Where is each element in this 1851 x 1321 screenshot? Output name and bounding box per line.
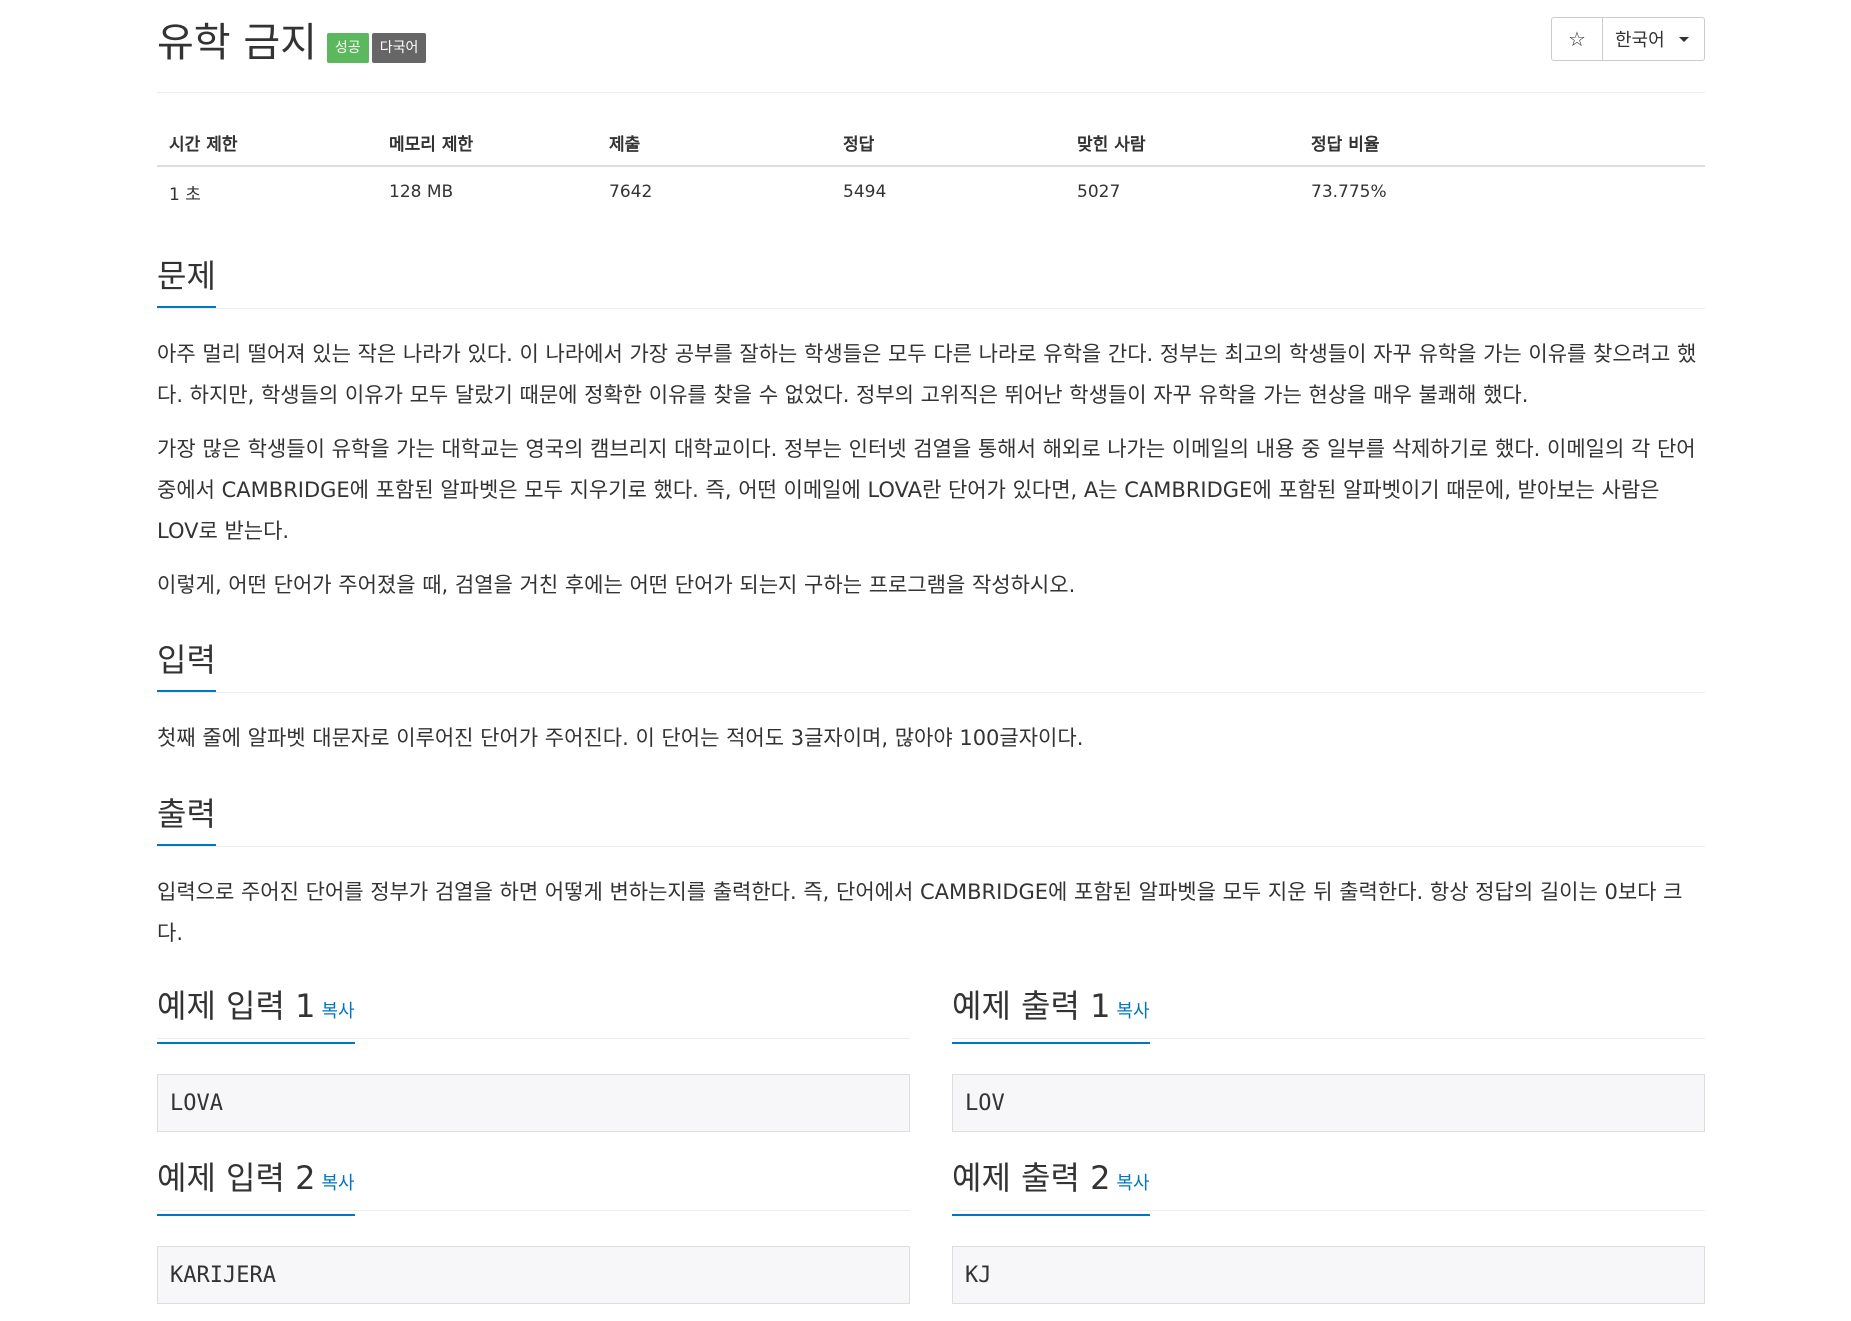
sample-input-1-title: 예제 입력 1 bbox=[157, 987, 316, 1025]
header-buttons: ☆ 한국어 bbox=[1551, 17, 1705, 61]
input-section: 입력 첫째 줄에 알파벳 대문자로 이루어진 단어가 주어진다. 이 단어는 적… bbox=[157, 640, 1705, 759]
info-value-memory: 128 MB bbox=[389, 182, 454, 202]
page-title: 유학 금지 bbox=[157, 20, 317, 66]
info-value-solvers: 5027 bbox=[1077, 182, 1121, 202]
output-body: 입력으로 주어진 단어를 정부가 검열을 하면 어떻게 변하는지를 출력한다. … bbox=[157, 872, 1705, 954]
description-paragraph: 이렇게, 어떤 단어가 주어졌을 때, 검열을 거친 후에는 어떤 단어가 되는… bbox=[157, 573, 1076, 597]
output-heading: 출력 bbox=[157, 794, 216, 846]
problem-container: 유학 금지 성공 다국어 ☆ 한국어 시간 제한 메모리 제한 제출 정답 맞힌… bbox=[157, 0, 1705, 1304]
multilang-badge[interactable]: 다국어 bbox=[371, 33, 427, 63]
input-description: 첫째 줄에 알파벳 대문자로 이루어진 단어가 주어진다. 이 단어는 적어도 … bbox=[157, 726, 1084, 750]
star-icon: ☆ bbox=[1568, 27, 1586, 51]
problem-header: 유학 금지 성공 다국어 ☆ 한국어 bbox=[157, 0, 1705, 93]
problem-page: 유학 금지 성공 다국어 ☆ 한국어 시간 제한 메모리 제한 제출 정답 맞힌… bbox=[0, 0, 1851, 1321]
sample-input-1-box[interactable]: LOVA bbox=[157, 1074, 910, 1132]
description-body: 아주 멀리 떨어져 있는 작은 나라가 있다. 이 나라에서 가장 공부를 잘하… bbox=[157, 334, 1705, 606]
info-value-time: 1 초 bbox=[169, 184, 201, 205]
problem-info-table: 시간 제한 메모리 제한 제출 정답 맞힌 사람 정답 비율 1 초 128 M… bbox=[157, 120, 1705, 217]
description-headline: 문제 bbox=[157, 256, 1705, 309]
info-value-submissions: 7642 bbox=[609, 182, 653, 202]
sample-output-2-headline: 예제 출력 2 복사 bbox=[952, 1158, 1705, 1216]
copy-sample-input-2-button[interactable]: 복사 bbox=[321, 1173, 354, 1194]
chevron-down-icon bbox=[1678, 36, 1689, 42]
info-header-time: 시간 제한 bbox=[157, 120, 377, 167]
output-description: 입력으로 주어진 단어를 정부가 검열을 하면 어떻게 변하는지를 출력한다. … bbox=[157, 880, 1683, 945]
description-paragraph: 가장 많은 학생들이 유학을 가는 대학교는 영국의 캠브리지 대학교이다. 정… bbox=[157, 437, 1696, 543]
star-button[interactable]: ☆ bbox=[1551, 17, 1603, 61]
sample-output-2-title: 예제 출력 2 bbox=[952, 1159, 1111, 1197]
info-header-memory: 메모리 제한 bbox=[377, 120, 597, 167]
info-header-ratio: 정답 비율 bbox=[1299, 120, 1705, 167]
info-header-solvers: 맞힌 사람 bbox=[1065, 120, 1299, 167]
output-section: 출력 입력으로 주어진 단어를 정부가 검열을 하면 어떻게 변하는지를 출력한… bbox=[157, 794, 1705, 954]
description-paragraph: 아주 멀리 떨어져 있는 작은 나라가 있다. 이 나라에서 가장 공부를 잘하… bbox=[157, 342, 1697, 407]
info-value-ratio: 73.775% bbox=[1311, 182, 1387, 202]
sample-output-1-box[interactable]: LOV bbox=[952, 1074, 1705, 1132]
sample-output-1-title: 예제 출력 1 bbox=[952, 987, 1111, 1025]
sample-input-2-box[interactable]: KARIJERA bbox=[157, 1246, 910, 1304]
input-body: 첫째 줄에 알파벳 대문자로 이루어진 단어가 주어진다. 이 단어는 적어도 … bbox=[157, 718, 1705, 759]
description-heading: 문제 bbox=[157, 256, 216, 308]
info-header-submissions: 제출 bbox=[597, 120, 831, 167]
description-section: 문제 아주 멀리 떨어져 있는 작은 나라가 있다. 이 나라에서 가장 공부를… bbox=[157, 256, 1705, 606]
info-value-accepted: 5494 bbox=[843, 182, 887, 202]
copy-sample-output-1-button[interactable]: 복사 bbox=[1116, 1001, 1149, 1022]
sample-input-2-title: 예제 입력 2 bbox=[157, 1159, 316, 1197]
sample-output-2-heading: 예제 출력 2 복사 bbox=[952, 1158, 1150, 1216]
info-header-row: 시간 제한 메모리 제한 제출 정답 맞힌 사람 정답 비율 bbox=[157, 120, 1705, 167]
title-wrap: 유학 금지 성공 다국어 bbox=[157, 20, 427, 66]
sample-input-2-headline: 예제 입력 2 복사 bbox=[157, 1158, 910, 1216]
sample-output-1-heading: 예제 출력 1 복사 bbox=[952, 986, 1150, 1044]
info-header-accepted: 정답 bbox=[831, 120, 1065, 167]
sample-output-2-box[interactable]: KJ bbox=[952, 1246, 1705, 1304]
language-label: 한국어 bbox=[1615, 30, 1665, 51]
sample-output-1-headline: 예제 출력 1 복사 bbox=[952, 986, 1705, 1044]
output-headline: 출력 bbox=[157, 794, 1705, 847]
sample-input-2-heading: 예제 입력 2 복사 bbox=[157, 1158, 355, 1216]
input-heading: 입력 bbox=[157, 640, 216, 692]
input-headline: 입력 bbox=[157, 640, 1705, 693]
sample-input-1-heading: 예제 입력 1 복사 bbox=[157, 986, 355, 1044]
sample-input-1-headline: 예제 입력 1 복사 bbox=[157, 986, 910, 1044]
info-value-row: 1 초 128 MB 7642 5494 5027 73.775% bbox=[157, 166, 1705, 217]
copy-sample-output-2-button[interactable]: 복사 bbox=[1116, 1173, 1149, 1194]
language-dropdown[interactable]: 한국어 bbox=[1603, 17, 1705, 61]
copy-sample-input-1-button[interactable]: 복사 bbox=[321, 1001, 354, 1022]
success-badge[interactable]: 성공 bbox=[326, 33, 369, 63]
